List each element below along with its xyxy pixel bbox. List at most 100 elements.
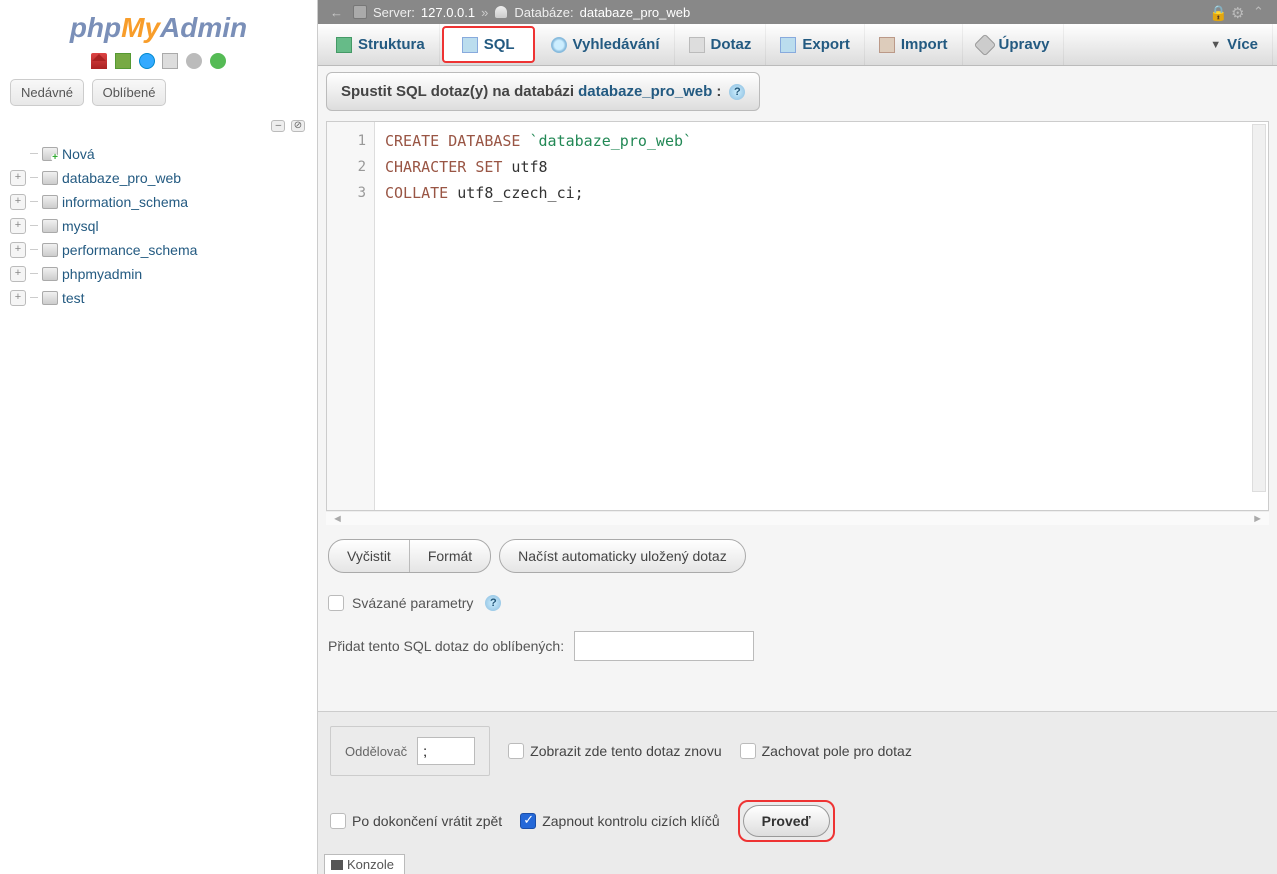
docs-icon[interactable] [162,53,178,69]
clear-button[interactable]: Vyčistit [329,540,409,572]
bind-params-checkbox[interactable] [328,595,344,611]
help-icon[interactable]: ? [729,84,745,100]
rollback-checkbox[interactable] [330,813,346,829]
tree-db-databaze_pro_web[interactable]: + databaze_pro_web [8,166,309,190]
database-icon [42,243,58,257]
tree-collapse-controls: – ⊘ [0,116,317,138]
go-button-highlight: Proveď [738,800,835,842]
operations-icon [973,33,996,56]
delimiter-input[interactable] [417,737,475,765]
import-icon [879,37,895,53]
format-button[interactable]: Formát [409,540,490,572]
expand-icon[interactable]: + [10,170,26,186]
delimiter-box: Oddělovač [330,726,490,776]
database-link[interactable]: databaze_pro_web [580,5,691,20]
query-window-icon[interactable] [139,53,155,69]
chevron-down-icon: ▼ [1210,39,1221,51]
breadcrumb: ← Server: 127.0.0.1 » Databáze: databaze… [318,0,1277,24]
tab-search[interactable]: Vyhledávání [537,24,675,65]
show-query-again-option[interactable]: Zobrazit zde tento dotaz znovu [508,743,721,759]
export-icon [780,37,796,53]
database-tree: Nová + databaze_pro_web + information_sc… [0,138,317,314]
breadcrumb-separator: » [481,5,488,20]
tree-db-test[interactable]: + test [8,286,309,310]
home-icon[interactable] [91,53,107,69]
sidebar: phpMyAdmin Nedávné Oblíbené – ⊘ Nová + d… [0,0,318,874]
tree-db-mysql[interactable]: + mysql [8,214,309,238]
new-db-icon [42,147,58,161]
reload-icon[interactable] [210,53,226,69]
horizontal-scrollbar[interactable]: ◄► [326,511,1269,525]
code-area[interactable]: CREATE DATABASE `databaze_pro_web` CHARA… [375,122,1268,510]
delimiter-label: Oddělovač [345,744,407,759]
link-icon[interactable]: ⊘ [291,120,305,132]
back-icon[interactable]: ← [326,5,347,20]
collapse-top-icon[interactable]: ⌃ [1253,4,1269,20]
rollback-option[interactable]: Po dokončení vrátit zpět [330,813,502,829]
tree-db-information_schema[interactable]: + information_schema [8,190,309,214]
expand-icon[interactable]: + [10,290,26,306]
sql-editor[interactable]: 1 2 3 CREATE DATABASE `databaze_pro_web`… [326,121,1269,511]
tab-sql[interactable]: SQL [442,26,535,63]
expand-icon[interactable]: + [10,242,26,258]
show-again-checkbox[interactable] [508,743,524,759]
structure-icon [336,37,352,53]
database-label: Databáze: [514,5,573,20]
console-icon [331,860,343,870]
tab-query[interactable]: Dotaz [675,24,767,65]
sidebar-quick-icons [0,48,317,77]
autosaved-button[interactable]: Načíst automaticky uložený dotaz [499,539,746,573]
logout-icon[interactable] [115,53,131,69]
retain-query-box-option[interactable]: Zachovat pole pro dotaz [740,743,912,759]
content-area: Spustit SQL dotaz(y) na databázi databaz… [318,66,1277,711]
help-icon[interactable]: ? [485,595,501,611]
database-icon [42,291,58,305]
vertical-scrollbar[interactable] [1252,124,1266,492]
server-icon [353,5,367,19]
tab-export[interactable]: Export [766,24,865,65]
go-button[interactable]: Proveď [743,805,830,837]
bind-params-label: Svázané parametry [352,595,473,611]
phpmyadmin-logo[interactable]: phpMyAdmin [0,0,317,48]
query-icon [689,37,705,53]
fk-check-option[interactable]: Zapnout kontrolu cizích klíčů [520,813,719,829]
tab-more[interactable]: ▼Více [1196,24,1273,65]
tab-operations[interactable]: Úpravy [963,24,1065,65]
panel-db-name[interactable]: databaze_pro_web [578,83,712,100]
sql-icon [462,37,478,53]
bind-params-row: Svázané parametry ? [326,587,1269,619]
recent-button[interactable]: Nedávné [10,79,84,106]
expand-icon[interactable]: + [10,266,26,282]
footer-bar: Oddělovač Zobrazit zde tento dotaz znovu… [318,711,1277,874]
tab-import[interactable]: Import [865,24,963,65]
search-icon [551,37,567,53]
panel-heading: Spustit SQL dotaz(y) na databázi databaz… [326,72,760,111]
page-settings-icon[interactable]: ⚙ [1231,4,1247,20]
collapse-all-icon[interactable]: – [271,120,285,132]
bookmark-label: Přidat tento SQL dotaz do oblíbených: [328,638,564,654]
editor-buttons: Vyčistit Formát Načíst automaticky ulože… [326,525,1269,587]
clear-format-group: Vyčistit Formát [328,539,491,573]
favorite-button[interactable]: Oblíbené [92,79,167,106]
fk-check-checkbox[interactable] [520,813,536,829]
retain-box-checkbox[interactable] [740,743,756,759]
expand-icon[interactable]: + [10,218,26,234]
main-tabs: Struktura SQL Vyhledávání Dotaz Export I… [318,24,1277,66]
tree-new-database[interactable]: Nová [8,142,309,166]
tab-structure[interactable]: Struktura [322,24,440,65]
tree-db-phpmyadmin[interactable]: + phpmyadmin [8,262,309,286]
database-icon [42,267,58,281]
server-label: Server: [373,5,415,20]
lock-icon[interactable]: 🔒 [1209,4,1225,20]
database-icon [42,195,58,209]
bookmark-input[interactable] [574,631,754,661]
tree-db-performance_schema[interactable]: + performance_schema [8,238,309,262]
bookmark-row: Přidat tento SQL dotaz do oblíbených: [326,619,1269,673]
database-icon [42,219,58,233]
database-icon [42,171,58,185]
console-tab[interactable]: Konzole [324,854,405,874]
settings-icon[interactable] [186,53,202,69]
line-gutter: 1 2 3 [327,122,375,510]
server-link[interactable]: 127.0.0.1 [421,5,475,20]
expand-icon[interactable]: + [10,194,26,210]
